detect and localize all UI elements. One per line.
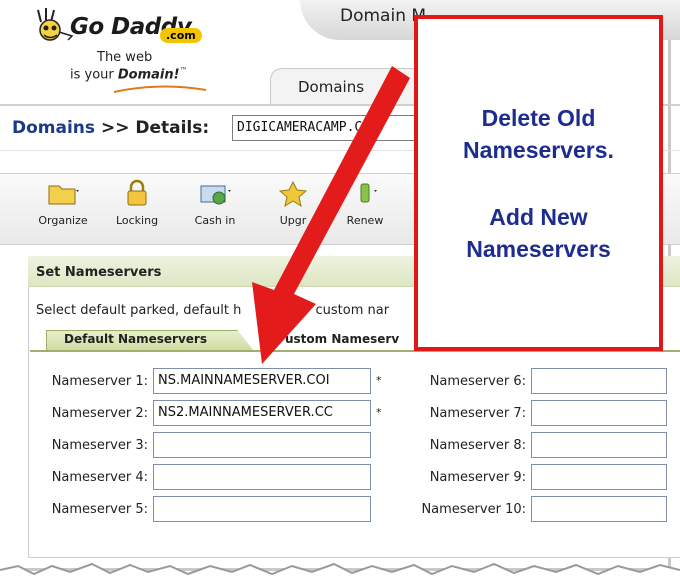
toolbar-organize-button[interactable]: Organize xyxy=(28,178,98,227)
logo-swoosh xyxy=(113,85,207,93)
breadcrumb-separator: >> xyxy=(95,118,136,138)
panel-title: Set Nameservers xyxy=(36,265,162,280)
callout-line-1: Delete Old xyxy=(481,105,596,131)
nameserver-3-label: Nameserver 3: xyxy=(51,438,148,453)
toolbar-upgrade-button[interactable]: Upgr xyxy=(258,178,328,227)
nameserver-10-input[interactable] xyxy=(531,496,667,522)
tab-default-nameservers-label: Default Nameservers xyxy=(64,332,207,346)
logo-tagline-2: is your Domain!™ xyxy=(70,66,188,82)
toolbar-cash-in-label: Cash in xyxy=(194,214,236,227)
nameserver-1-required: * xyxy=(376,374,382,387)
breadcrumb-domains-link[interactable]: Domains xyxy=(12,118,95,138)
nameserver-6-label: Nameserver 6: xyxy=(429,374,526,389)
toolbar-upgrade-label: Upgr xyxy=(279,214,307,227)
toolbar-locking-button[interactable]: Locking xyxy=(102,178,172,227)
lock-icon xyxy=(127,179,147,206)
nameserver-2-label: Nameserver 2: xyxy=(51,406,148,421)
callout-line-3: Add New xyxy=(489,204,588,230)
nameserver-4-input[interactable] xyxy=(153,464,371,490)
nameserver-10-label: Nameserver 10: xyxy=(421,502,526,517)
logo-tagline-1: The web xyxy=(97,50,153,65)
callout-line-2: Nameservers. xyxy=(463,137,614,163)
nameserver-1-label: Nameserver 1: xyxy=(51,374,148,389)
nameserver-2-input[interactable]: NS2.MAINNAMESERVER.CC xyxy=(153,400,371,426)
nameserver-5-label: Nameserver 5: xyxy=(51,502,148,517)
callout-line-4: Nameservers xyxy=(466,236,611,262)
torn-edge xyxy=(0,560,680,588)
nameserver-1-input[interactable]: NS.MAINNAMESERVER.COI xyxy=(153,368,371,394)
cash-in-icon xyxy=(200,185,231,205)
toolbar-cash-in-button[interactable]: Cash in xyxy=(180,178,250,227)
nameserver-4-label: Nameserver 4: xyxy=(51,470,148,485)
panel-description-tail: custom nar xyxy=(315,303,390,318)
nameserver-8-input[interactable] xyxy=(531,432,667,458)
toolbar-organize-label: Organize xyxy=(38,214,88,227)
renew-icon xyxy=(360,183,377,203)
upgrade-icon xyxy=(278,180,308,208)
panel-description-start: Select default parked, default h xyxy=(36,303,242,318)
domain-name-field[interactable]: DIGICAMERACAMP.CO xyxy=(232,115,428,141)
logo-tagline-tm: ™ xyxy=(179,66,188,75)
logo-tagline-prefix: is your xyxy=(70,67,118,83)
toolbar-locking-label: Locking xyxy=(115,214,159,227)
nameserver-8-label: Nameserver 8: xyxy=(429,438,526,453)
nameserver-2-required: * xyxy=(376,406,382,419)
breadcrumb: Domains >> Details: xyxy=(12,118,209,138)
nameserver-9-label: Nameserver 9: xyxy=(429,470,526,485)
nameserver-7-input[interactable] xyxy=(531,400,667,426)
instruction-callout xyxy=(414,15,663,351)
logo-tagline-bold: Domain! xyxy=(117,67,180,83)
nameserver-7-label: Nameserver 7: xyxy=(429,406,526,421)
nameserver-5-input[interactable] xyxy=(153,496,371,522)
toolbar-renew-button[interactable]: Renew xyxy=(330,178,400,227)
folder-icon xyxy=(48,185,79,205)
tab-domains-label: Domains xyxy=(298,78,365,96)
logo-com-badge: .com xyxy=(160,28,202,43)
nameserver-6-input[interactable] xyxy=(531,368,667,394)
breadcrumb-current: Details: xyxy=(135,118,210,138)
nameserver-9-input[interactable] xyxy=(531,464,667,490)
tab-custom-nameservers[interactable]: ustom Nameserv xyxy=(285,332,399,346)
panel-description: Select default parked, default h custom … xyxy=(36,303,389,318)
toolbar-renew-label: Renew xyxy=(346,214,384,227)
nameserver-3-input[interactable] xyxy=(153,432,371,458)
